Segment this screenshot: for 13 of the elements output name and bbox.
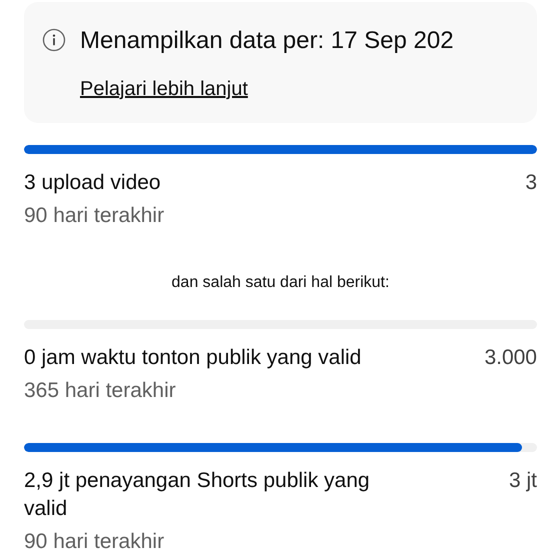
requirement-label: 0 jam waktu tonton publik yang valid	[24, 345, 362, 371]
learn-more-link[interactable]: Pelajari lebih lanjut	[80, 78, 248, 101]
requirement-label: 2,9 jt penayangan Shorts publik yang valid	[24, 468, 371, 522]
requirement-target: 3.000	[484, 345, 537, 371]
requirement-target: 3 jt	[508, 468, 537, 494]
requirement-target: 3	[525, 170, 537, 196]
info-icon	[42, 28, 66, 52]
period-text: 365 hari terakhir	[24, 378, 177, 404]
requirement-label: 3 upload video	[24, 170, 161, 196]
period-text: 90 hari terakhir	[24, 529, 166, 555]
period-text: 90 hari terakhir	[24, 203, 166, 229]
separator-text: dan salah satu dari hal berikut:	[170, 274, 390, 292]
notice-title: Menampilkan data per: 17 Sep 202	[80, 26, 454, 56]
